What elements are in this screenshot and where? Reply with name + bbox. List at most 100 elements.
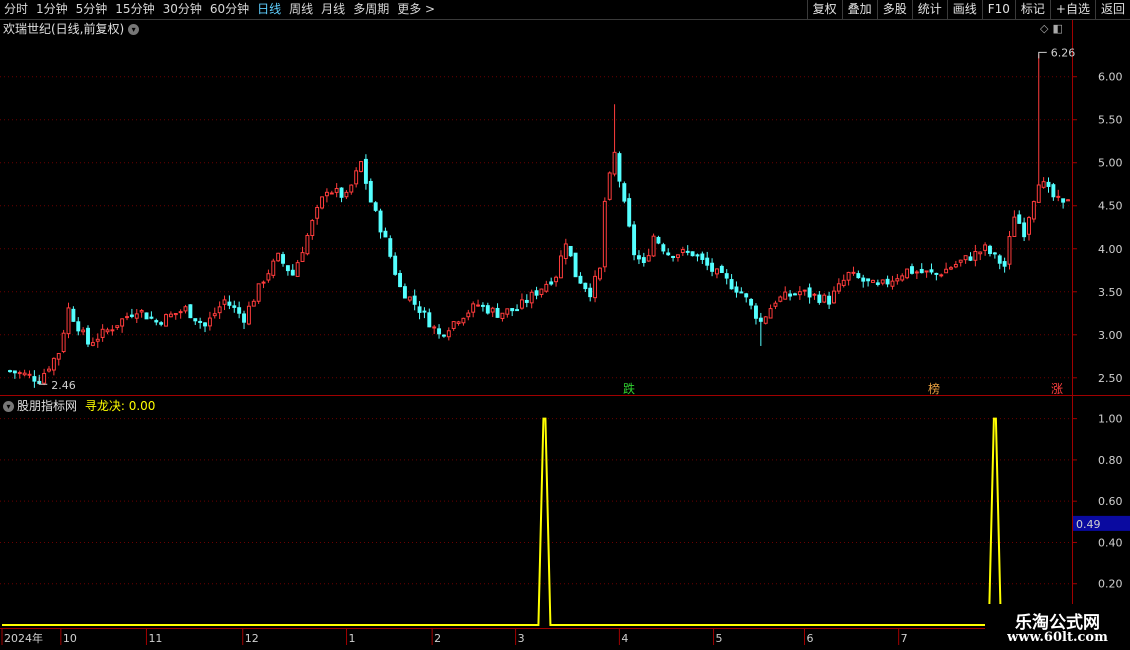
candle-body [675, 254, 680, 258]
candle-body [285, 265, 290, 272]
candle-body [875, 282, 880, 285]
candle-body [1031, 201, 1036, 220]
candle-body [212, 313, 217, 317]
candle-body [446, 330, 451, 338]
candle-body [12, 370, 17, 374]
candle-body [983, 244, 988, 251]
candle-body [363, 158, 368, 184]
x-axis-label: 5 [716, 632, 723, 645]
candle-body [783, 291, 788, 300]
candle-body [910, 266, 914, 274]
candle-body [968, 256, 973, 261]
candle-body [607, 172, 612, 200]
diamond-icon[interactable]: ◇ [1040, 22, 1048, 35]
candle-body [407, 296, 412, 301]
indicator-label: 寻龙决: 0.00 [84, 399, 156, 413]
candle-body [734, 286, 739, 293]
candle-body [22, 372, 27, 376]
candle-body [758, 317, 763, 322]
candle-body [237, 307, 242, 314]
candle-body [568, 245, 573, 257]
candle-body [1051, 184, 1056, 198]
candle-body [958, 259, 963, 263]
candle-body [802, 289, 807, 292]
candle-body [8, 370, 12, 373]
candle-body [919, 268, 924, 274]
candle-body [383, 230, 388, 238]
candle-body [27, 373, 32, 376]
candle-body [320, 196, 324, 209]
candle-body [110, 329, 115, 332]
candle-body [597, 267, 602, 280]
candle-body [232, 305, 237, 308]
candle-body [827, 295, 832, 305]
candle-body [466, 312, 471, 318]
candle-body [1066, 199, 1070, 202]
candle-body [144, 312, 149, 320]
candle-body [251, 300, 256, 307]
panel-toggle-icon[interactable]: ◧ [1052, 22, 1062, 35]
price-tick-label: 6.00 [1098, 71, 1123, 84]
chevron-down-icon[interactable]: ▾ [128, 24, 140, 35]
candle-body [680, 249, 685, 253]
current-value-text: 0.49 [1076, 518, 1101, 531]
candle-body [76, 321, 81, 332]
candle-body [768, 308, 773, 319]
candle-body [997, 255, 1002, 264]
candle-body [71, 308, 76, 322]
candle-body [563, 243, 568, 259]
candle-body [914, 271, 919, 274]
candle-body [641, 257, 646, 264]
candle-body [339, 187, 344, 198]
candle-body [666, 252, 671, 256]
candle-body [719, 265, 724, 274]
sub-chart-name: 股朋指标网 [17, 399, 78, 413]
candle-body [183, 306, 188, 312]
candle-body [851, 271, 856, 274]
candle-body [164, 314, 168, 327]
candle-body [159, 322, 164, 325]
candle-body [359, 161, 363, 172]
candle-body [988, 245, 992, 254]
candle-body [754, 305, 758, 319]
chevron-down-icon[interactable]: ▾ [3, 401, 14, 412]
candle-body [324, 191, 329, 197]
candle-body [222, 299, 227, 305]
candle-body [573, 252, 578, 278]
candle-body [329, 192, 334, 195]
candle-body [441, 334, 446, 337]
stock-chart[interactable]: 6.00 5.50 5.00 4.50 4.00 3.50 3.00 2.50 1.00 0.80… [0, 0, 1130, 650]
candle-body [500, 312, 505, 319]
candle-body [846, 271, 851, 281]
candlesticks [8, 54, 1070, 388]
candle-body [695, 254, 700, 257]
price-tick-label: 3.00 [1098, 329, 1123, 342]
candle-body [290, 269, 295, 276]
candle-body [61, 332, 66, 353]
candle-body [505, 308, 510, 315]
candle-body [539, 288, 544, 296]
candle-body [193, 318, 198, 322]
candle-body [422, 310, 427, 313]
candle-body [685, 250, 690, 253]
candle-body [836, 283, 841, 292]
candle-body [963, 255, 968, 261]
candle-body [305, 234, 310, 255]
candle-body [120, 318, 125, 327]
candle-body [744, 293, 749, 298]
candle-body [378, 210, 383, 233]
candle-body [880, 279, 885, 284]
candle-body [593, 275, 598, 299]
candle-body [544, 283, 549, 292]
candle-body [939, 274, 944, 277]
candle-body [427, 312, 432, 328]
candle-body [739, 291, 744, 294]
candle-body [924, 270, 929, 273]
candle-body [105, 329, 110, 333]
candle-body [900, 275, 905, 281]
candle-body [710, 262, 715, 272]
candle-body [393, 255, 398, 275]
candle-body [646, 255, 651, 262]
candle-body [763, 316, 768, 324]
candle-body [256, 283, 261, 302]
